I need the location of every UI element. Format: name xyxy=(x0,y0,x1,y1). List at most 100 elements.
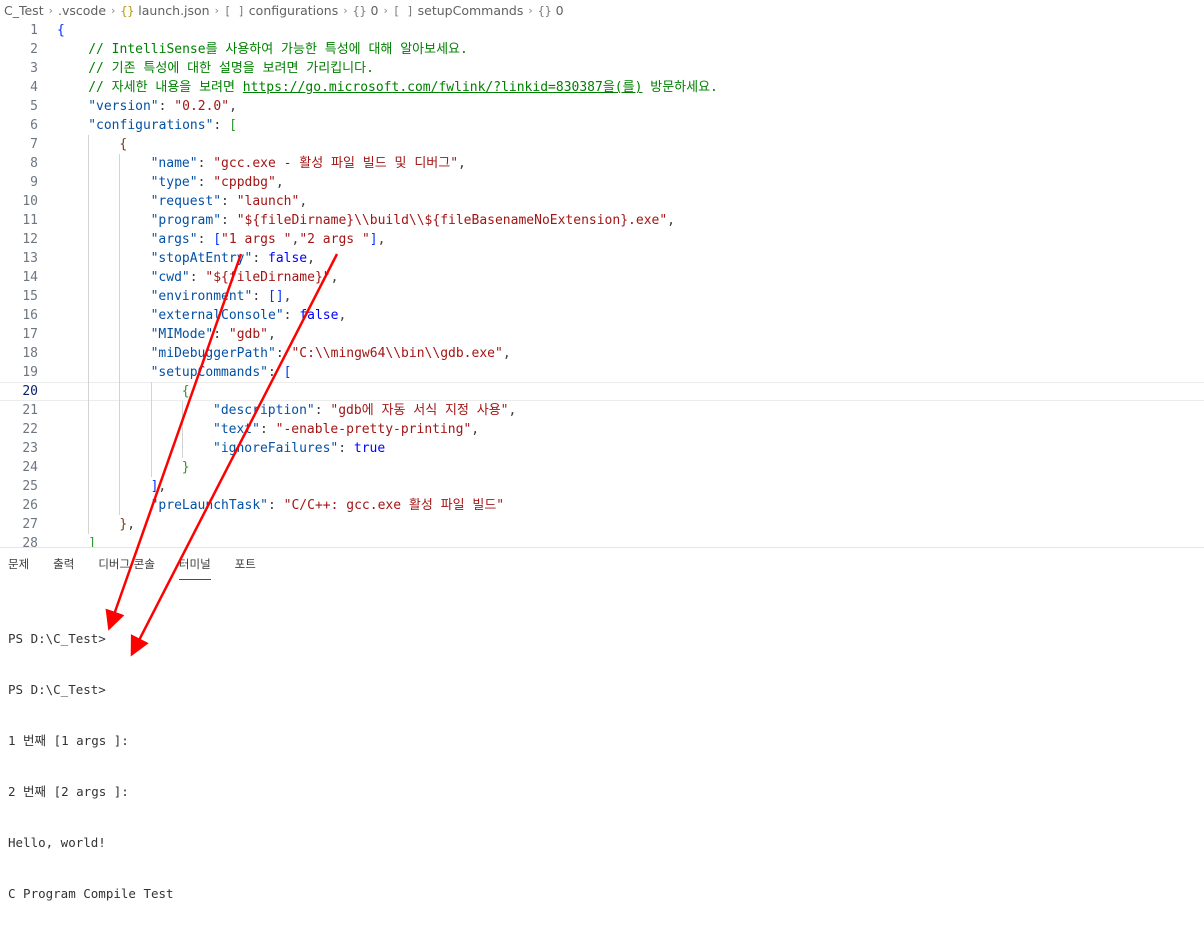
code-line[interactable]: 12 "args": ["1 args ","2 args "], xyxy=(0,230,1204,249)
code-line[interactable]: 5 "version": "0.2.0", xyxy=(0,97,1204,116)
indent-guide xyxy=(88,344,90,363)
code-line[interactable]: 16 "externalConsole": false, xyxy=(0,306,1204,325)
breadcrumb-item[interactable]: [ ] setupCommands xyxy=(393,3,524,18)
code-line[interactable]: 14 "cwd": "${fileDirname}", xyxy=(0,268,1204,287)
code-line[interactable]: 4 // 자세한 내용을 보려면 https://go.microsoft.com… xyxy=(0,78,1204,97)
indent-guide xyxy=(88,173,90,192)
tab-output[interactable]: 출력 xyxy=(53,556,74,580)
code-token: "cwd" xyxy=(150,270,190,285)
breadcrumb-item[interactable]: {} 0 xyxy=(353,3,379,18)
line-number: 16 xyxy=(22,308,38,323)
line-number: 1 xyxy=(30,23,38,38)
code-line[interactable]: 25], xyxy=(0,477,1204,496)
panel-tabs: 문제 출력 디버그 콘솔 터미널 포트 xyxy=(0,556,280,580)
chevron-right-icon: › xyxy=(383,4,388,17)
code-editor[interactable]: 1{2// IntelliSense를 사용하여 가능한 특성에 대해 알아보세… xyxy=(0,21,1204,547)
code-text: "externalConsole": false, xyxy=(151,306,347,325)
code-line[interactable]: 24} xyxy=(0,458,1204,477)
indent-guide xyxy=(88,268,90,287)
indent-guide xyxy=(119,439,121,458)
breadcrumb-label: .vscode xyxy=(58,3,107,18)
code-text: "request": "launch", xyxy=(151,192,308,211)
terminal-line: PS D:\C_Test> xyxy=(8,631,106,646)
code-line[interactable]: 20 { xyxy=(0,382,1204,401)
code-token: : xyxy=(221,213,237,228)
code-link[interactable]: https://go.microsoft.com/fwlink/?linkid=… xyxy=(243,80,643,95)
line-number: 19 xyxy=(22,365,38,380)
code-line[interactable]: 13 "stopAtEntry": false, xyxy=(0,249,1204,268)
breadcrumb-item[interactable]: [ ] configurations xyxy=(224,3,338,18)
code-token: "externalConsole" xyxy=(150,308,284,323)
indent-guide xyxy=(119,268,121,287)
code-line[interactable]: 21 "description": "gdb에 자동 서식 지정 사용", xyxy=(0,401,1204,420)
code-line[interactable]: 10 "request": "launch", xyxy=(0,192,1204,211)
code-line[interactable]: 15 "environment": [], xyxy=(0,287,1204,306)
code-line[interactable]: 7{ xyxy=(0,135,1204,154)
line-number: 5 xyxy=(30,99,38,114)
breadcrumb-item[interactable]: {} 0 xyxy=(538,3,564,18)
code-line[interactable]: 3 // 기존 특성에 대한 설명을 보려면 가리킵니다. xyxy=(0,59,1204,78)
code-token: , xyxy=(275,175,284,190)
tab-terminal[interactable]: 터미널 xyxy=(178,556,211,580)
code-token: "gdb에 자동 서식 지정 사용" xyxy=(330,403,509,418)
code-line[interactable]: 6 "configurations": [ xyxy=(0,116,1204,135)
code-line[interactable]: 8 "name": "gcc.exe - 활성 파일 빌드 및 디버그", xyxy=(0,154,1204,173)
indent-guide xyxy=(88,401,90,420)
code-token: , xyxy=(283,289,292,304)
code-token: : xyxy=(252,289,268,304)
code-line[interactable]: 18 "miDebuggerPath": "C:\\mingw64\\bin\\g… xyxy=(0,344,1204,363)
code-line[interactable]: 28] xyxy=(0,534,1204,547)
code-line[interactable]: 11 "program": "${fileDirname}\\build\\${f… xyxy=(0,211,1204,230)
code-line[interactable]: 23 "ignoreFailures": true xyxy=(0,439,1204,458)
tab-debug-console[interactable]: 디버그 콘솔 xyxy=(98,556,155,580)
breadcrumb-item[interactable]: {} launch.json xyxy=(120,3,209,18)
code-token: "type" xyxy=(150,175,198,190)
breadcrumb-item[interactable]: .vscode xyxy=(58,3,106,18)
code-token: : xyxy=(197,156,214,171)
code-token: "MIMode" xyxy=(150,327,214,342)
code-line[interactable]: 2 // IntelliSense를 사용하여 가능한 특성에 대해 알아보세요. xyxy=(0,40,1204,59)
tab-problems[interactable]: 문제 xyxy=(8,556,29,580)
code-token: "gdb" xyxy=(228,327,269,342)
chevron-right-icon: › xyxy=(111,4,116,17)
code-token: "C/C++: gcc.exe 활성 파일 빌드" xyxy=(283,498,505,513)
code-line[interactable]: 22 "text": "-enable-pretty-printing", xyxy=(0,420,1204,439)
code-text: "version": "0.2.0", xyxy=(88,97,237,116)
code-token: : xyxy=(252,251,268,266)
indent-guide xyxy=(119,401,121,420)
code-text: // IntelliSense를 사용하여 가능한 특성에 대해 알아보세요. xyxy=(88,40,468,59)
code-line[interactable]: 1{ xyxy=(0,21,1204,40)
line-number: 3 xyxy=(30,61,38,76)
terminal-output[interactable]: PS D:\C_Test> PS D:\C_Test> 1 번째 [1 args… xyxy=(8,596,174,936)
code-token: , xyxy=(508,403,517,418)
indent-guide xyxy=(88,325,90,344)
line-number: 17 xyxy=(22,327,38,342)
code-line[interactable]: 17 "MIMode": "gdb", xyxy=(0,325,1204,344)
indent-guide xyxy=(88,458,90,477)
indent-guide xyxy=(88,192,90,211)
code-text: ] xyxy=(88,534,96,547)
indent-guide xyxy=(119,306,121,325)
code-line[interactable]: 9 "type": "cppdbg", xyxy=(0,173,1204,192)
line-number: 7 xyxy=(30,137,38,152)
line-number: 20 xyxy=(22,384,38,399)
breadcrumb-item[interactable]: C_Test xyxy=(4,3,44,18)
line-number: 8 xyxy=(30,156,38,171)
tab-ports[interactable]: 포트 xyxy=(235,556,256,580)
line-number: 26 xyxy=(22,498,38,513)
code-line[interactable]: 26 "preLaunchTask": "C/C++: gcc.exe 활성 파일… xyxy=(0,496,1204,515)
indent-guide xyxy=(119,382,121,401)
indent-guide xyxy=(119,496,121,515)
code-line[interactable]: 27}, xyxy=(0,515,1204,534)
code-token: : xyxy=(338,441,354,456)
indent-guide xyxy=(150,382,152,401)
indent-guide xyxy=(88,287,90,306)
line-number: 11 xyxy=(22,213,38,228)
code-line[interactable]: 19 "setupCommands": [ xyxy=(0,363,1204,382)
code-text: "type": "cppdbg", xyxy=(151,173,284,192)
code-text: "environment": [], xyxy=(151,287,292,306)
line-number: 13 xyxy=(22,251,38,266)
code-text: // 자세한 내용을 보려면 https://go.microsoft.com/… xyxy=(88,78,718,97)
code-token: "name" xyxy=(150,156,198,171)
code-token: "1 args " xyxy=(221,232,292,247)
